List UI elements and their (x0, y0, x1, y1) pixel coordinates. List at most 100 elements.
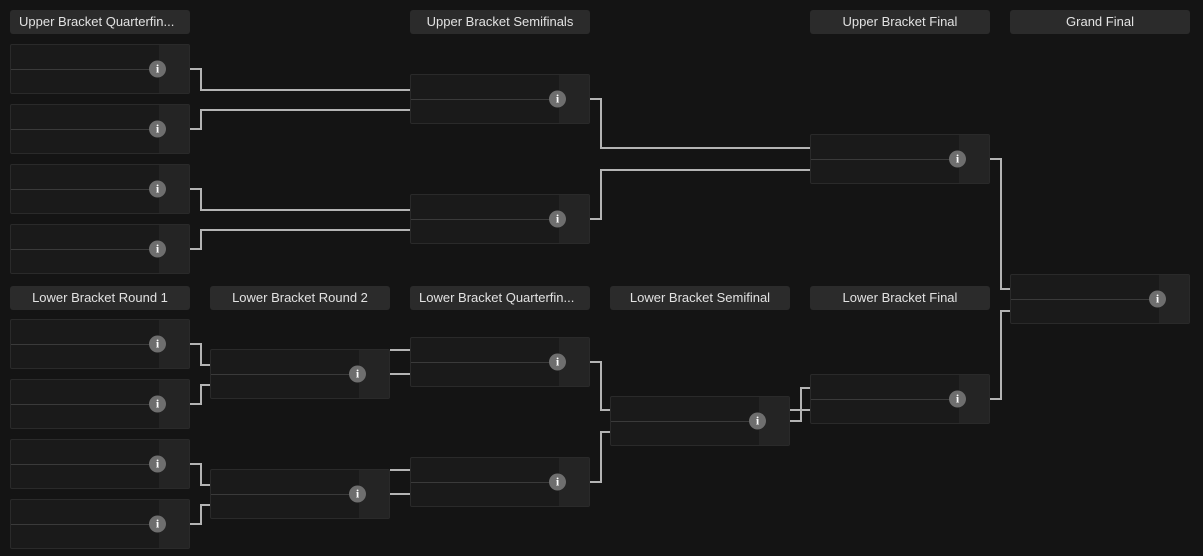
match-card[interactable]: i (410, 74, 590, 124)
match-side-panel: i (149, 440, 189, 488)
info-icon[interactable]: i (949, 150, 966, 168)
bracket-connector (190, 68, 202, 70)
team-row[interactable] (811, 375, 959, 400)
bracket-connector (200, 188, 202, 211)
info-icon[interactable]: i (349, 485, 366, 503)
match-card[interactable]: i (410, 457, 590, 507)
team-row[interactable] (411, 338, 559, 363)
bracket-connector (200, 384, 210, 386)
bracket-connector (200, 229, 410, 231)
match-teams (411, 195, 559, 243)
match-teams (11, 380, 159, 428)
team-row[interactable] (411, 100, 559, 124)
team-row[interactable] (211, 350, 359, 375)
match-card[interactable]: i (10, 224, 190, 274)
team-row[interactable] (411, 220, 559, 244)
team-row[interactable] (211, 470, 359, 495)
team-row[interactable] (811, 160, 959, 184)
match-card[interactable]: i (210, 349, 390, 399)
bracket-connector (200, 484, 210, 486)
bracket-connector (600, 98, 602, 149)
info-icon[interactable]: i (149, 60, 166, 78)
match-card[interactable]: i (410, 337, 590, 387)
info-icon[interactable]: i (149, 240, 166, 258)
info-icon[interactable]: i (1149, 290, 1166, 308)
match-teams (811, 375, 959, 423)
info-icon[interactable]: i (349, 365, 366, 383)
info-icon[interactable]: i (549, 473, 566, 491)
team-row[interactable] (811, 135, 959, 160)
info-icon[interactable]: i (549, 90, 566, 108)
team-row[interactable] (1011, 300, 1159, 324)
bracket-connector (590, 218, 602, 220)
match-side-panel: i (149, 380, 189, 428)
bracket-connector (200, 504, 210, 506)
team-row[interactable] (811, 400, 959, 424)
match-card[interactable]: i (10, 379, 190, 429)
bracket-connector (200, 68, 202, 91)
team-row[interactable] (11, 130, 159, 154)
team-row[interactable] (11, 70, 159, 94)
bracket-connector (600, 361, 602, 410)
team-row[interactable] (11, 105, 159, 130)
match-card[interactable]: i (10, 164, 190, 214)
bracket-connector (990, 398, 1002, 400)
match-card[interactable]: i (10, 499, 190, 549)
bracket-connector (190, 343, 202, 345)
team-row[interactable] (11, 320, 159, 345)
team-row[interactable] (11, 405, 159, 429)
match-teams (11, 165, 159, 213)
match-teams (211, 350, 359, 398)
info-icon[interactable]: i (549, 210, 566, 228)
team-row[interactable] (11, 500, 159, 525)
team-row[interactable] (411, 363, 559, 387)
info-icon[interactable]: i (149, 515, 166, 533)
team-row[interactable] (11, 165, 159, 190)
team-row[interactable] (11, 380, 159, 405)
info-icon[interactable]: i (149, 180, 166, 198)
team-row[interactable] (11, 440, 159, 465)
bracket-connector (600, 431, 602, 483)
team-row[interactable] (611, 397, 759, 422)
match-card[interactable]: i (10, 44, 190, 94)
team-row[interactable] (11, 525, 159, 549)
bracket-connector (390, 469, 410, 471)
match-card[interactable]: i (610, 396, 790, 446)
match-card[interactable]: i (210, 469, 390, 519)
match-card[interactable]: i (810, 134, 990, 184)
team-row[interactable] (11, 345, 159, 369)
team-row[interactable] (11, 250, 159, 274)
bracket-connector (600, 147, 810, 149)
team-row[interactable] (11, 190, 159, 214)
match-card[interactable]: i (410, 194, 590, 244)
match-teams (811, 135, 959, 183)
info-icon[interactable]: i (149, 335, 166, 353)
team-row[interactable] (11, 45, 159, 70)
match-card[interactable]: i (810, 374, 990, 424)
match-card[interactable]: i (10, 319, 190, 369)
info-icon[interactable]: i (149, 455, 166, 473)
team-row[interactable] (1011, 275, 1159, 300)
team-row[interactable] (411, 75, 559, 100)
info-icon[interactable]: i (149, 395, 166, 413)
match-card[interactable]: i (1010, 274, 1190, 324)
team-row[interactable] (11, 465, 159, 489)
info-icon[interactable]: i (749, 412, 766, 430)
team-row[interactable] (411, 458, 559, 483)
team-row[interactable] (611, 422, 759, 446)
match-teams (1011, 275, 1159, 323)
team-row[interactable] (211, 375, 359, 399)
info-icon[interactable]: i (149, 120, 166, 138)
team-row[interactable] (11, 225, 159, 250)
match-card[interactable]: i (10, 104, 190, 154)
team-row[interactable] (211, 495, 359, 519)
match-teams (211, 470, 359, 518)
bracket-connector (190, 188, 202, 190)
bracket-connector (1000, 158, 1002, 290)
info-icon[interactable]: i (549, 353, 566, 371)
match-card[interactable]: i (10, 439, 190, 489)
team-row[interactable] (411, 483, 559, 507)
team-row[interactable] (411, 195, 559, 220)
match-side-panel: i (1149, 275, 1189, 323)
info-icon[interactable]: i (949, 390, 966, 408)
